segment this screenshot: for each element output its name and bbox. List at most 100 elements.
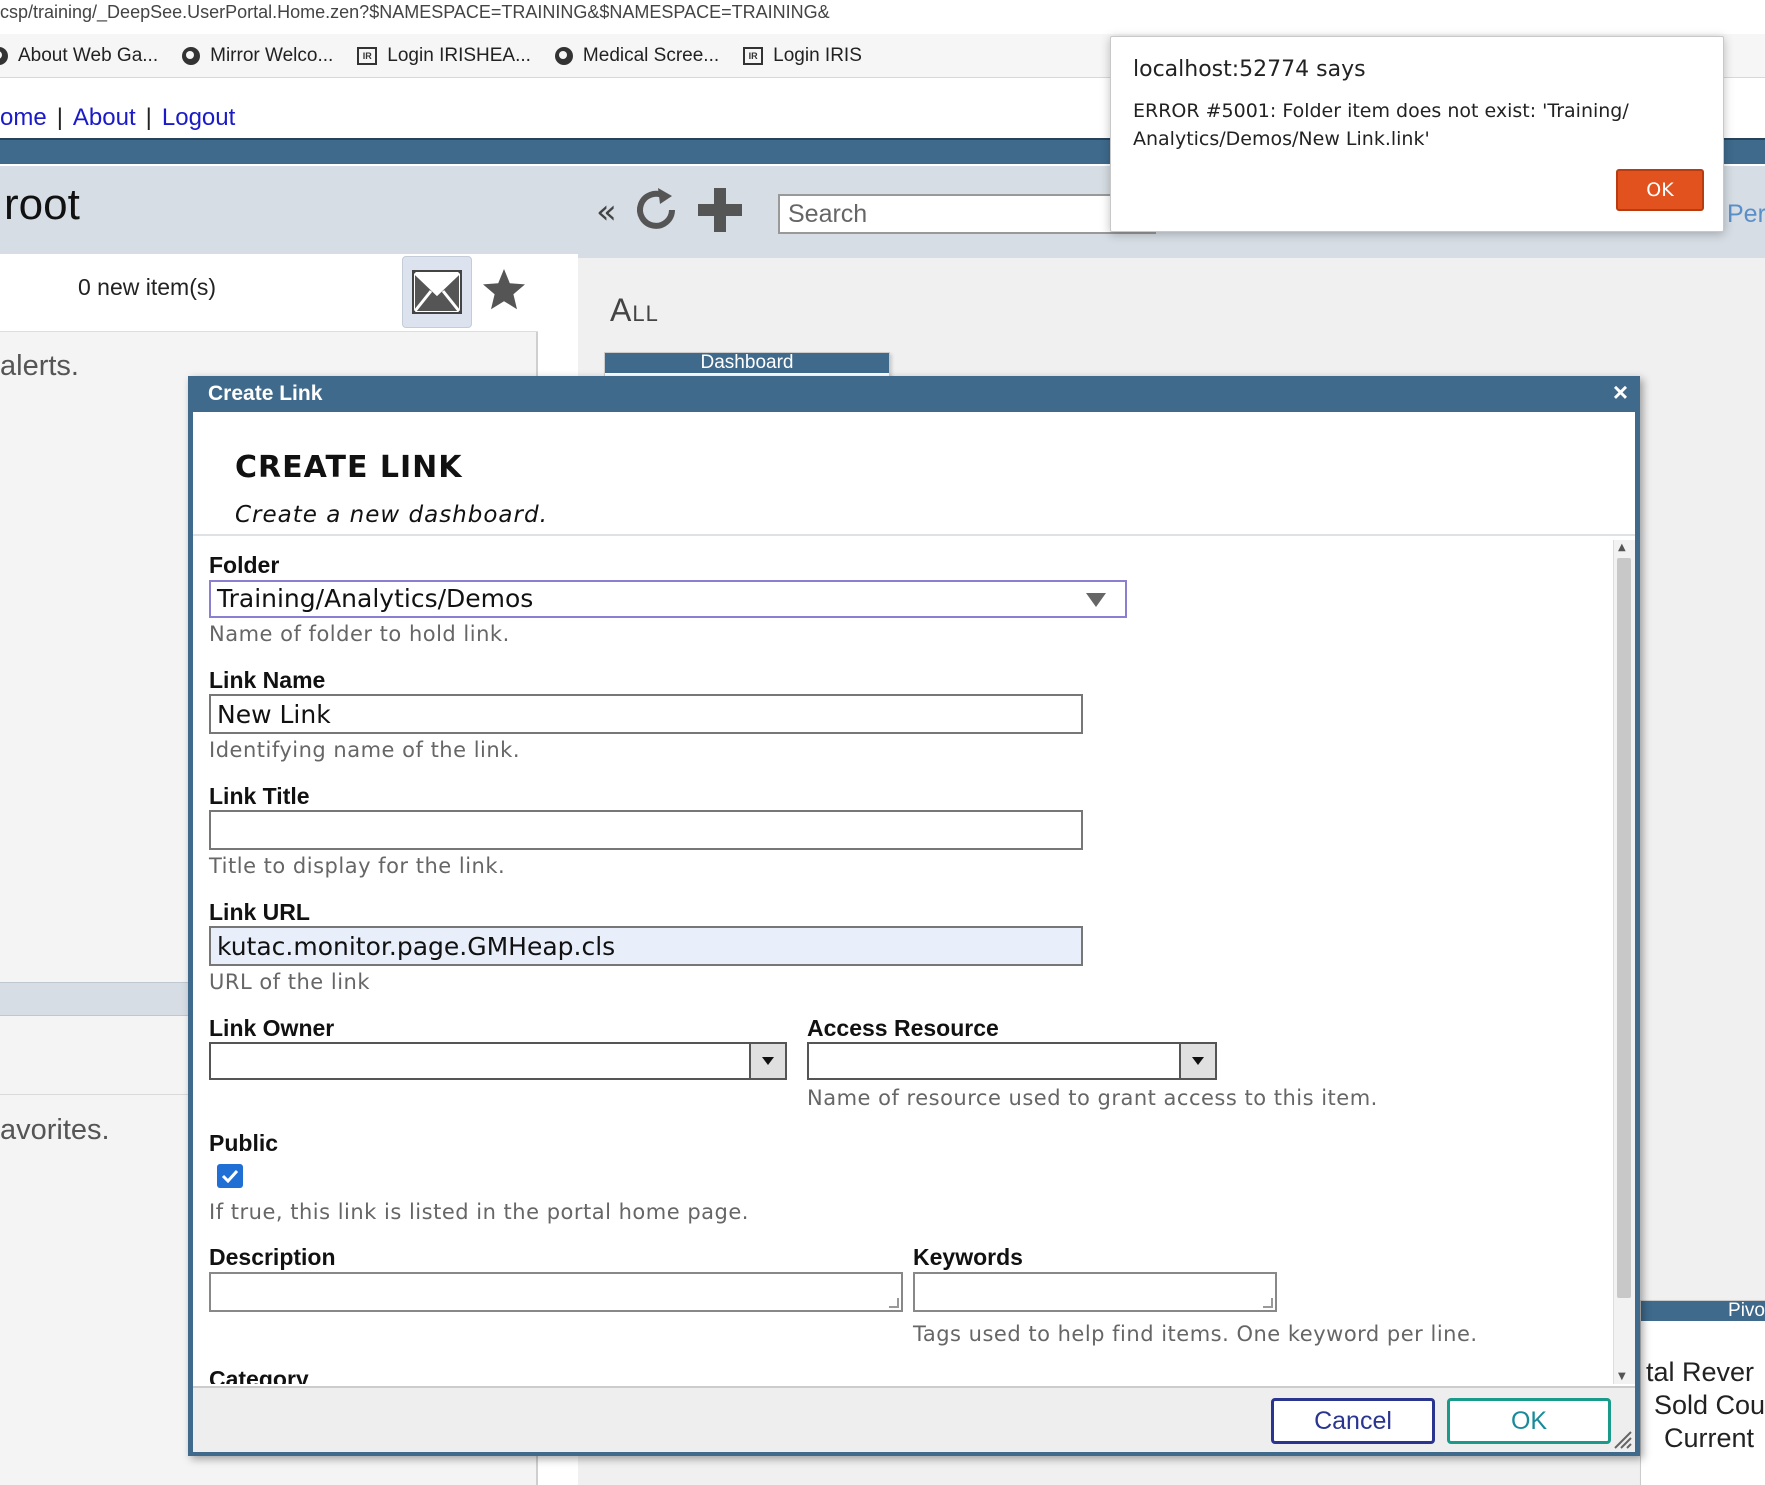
ok-button[interactable]: OK	[1447, 1398, 1611, 1444]
bookmark-about-web-gateway[interactable]: About Web Ga...	[0, 45, 158, 67]
triangle-down-icon	[1086, 593, 1106, 607]
link-name-label: Link Name	[209, 667, 326, 693]
folder-value: Training/Analytics/Demos	[217, 584, 534, 613]
description-textarea[interactable]	[209, 1272, 903, 1312]
resize-grip-icon[interactable]	[1263, 1298, 1273, 1308]
about-link[interactable]: About	[73, 104, 136, 131]
link-title-hint: Title to display for the link.	[209, 854, 506, 878]
category-label: Category	[209, 1366, 309, 1384]
link-owner-select[interactable]	[209, 1042, 787, 1080]
list-heading: All	[610, 292, 659, 328]
pivot-line: tal Rever	[1646, 1357, 1755, 1387]
link-title-input[interactable]	[209, 810, 1083, 850]
logout-link[interactable]: Logout	[162, 104, 235, 131]
link-name-input[interactable]	[209, 694, 1083, 734]
link-url-label: Link URL	[209, 899, 310, 925]
folder-hint: Name of folder to hold link.	[209, 622, 510, 646]
pivot-line: Current	[1664, 1423, 1755, 1453]
alert-title: localhost:52774 says	[1133, 57, 1366, 82]
alerts-message: alerts.	[0, 350, 79, 382]
public-label: Public	[209, 1130, 279, 1156]
folder-select[interactable]: Training/Analytics/Demos	[209, 580, 1127, 618]
star-icon	[483, 269, 525, 310]
perspective-link[interactable]: Per	[1727, 200, 1765, 229]
bookmark-login-iris[interactable]: IR Login IRIS	[743, 45, 862, 67]
dropdown-button[interactable]	[1179, 1044, 1215, 1078]
cancel-button[interactable]: Cancel	[1271, 1398, 1435, 1444]
alert-ok-button[interactable]: OK	[1616, 169, 1704, 211]
scroll-thumb[interactable]	[1617, 558, 1631, 1298]
iris-icon: IR	[357, 46, 378, 65]
dialog-form: Folder Training/Analytics/Demos Name of …	[193, 540, 1613, 1384]
dialog-footer: Cancel OK	[193, 1386, 1635, 1452]
link-url-hint: URL of the link	[209, 970, 371, 994]
bookmark-label: Mirror Welco...	[210, 44, 334, 66]
access-resource-label: Access Resource	[807, 1015, 999, 1041]
dropdown-button[interactable]	[749, 1044, 785, 1078]
scroll-down-icon[interactable]: ▼	[1618, 1371, 1626, 1382]
favorites-message: avorites.	[0, 1114, 110, 1146]
bookmark-login-irishealth[interactable]: IR Login IRISHEA...	[357, 45, 531, 67]
checkmark-icon	[221, 1169, 239, 1183]
form-scrollbar[interactable]: ▲ ▼	[1613, 540, 1635, 1384]
keywords-label: Keywords	[913, 1244, 1023, 1270]
create-link-dialog: Create Link × CREATE LINK Create a new d…	[188, 376, 1640, 1456]
bookmark-medical-screening[interactable]: Medical Scree...	[554, 44, 720, 67]
add-button[interactable]	[694, 184, 746, 240]
pivot-line: Sold Cou	[1654, 1390, 1765, 1420]
bookmark-label: Login IRISHEA...	[387, 44, 531, 66]
iris-icon: IR	[743, 46, 764, 65]
new-items-count: 0 new item(s)	[78, 274, 217, 300]
link-owner-label: Link Owner	[209, 1015, 335, 1041]
keywords-hint: Tags used to help find items. One keywor…	[913, 1322, 1478, 1346]
envelope-icon	[412, 270, 462, 314]
public-checkbox[interactable]	[217, 1164, 243, 1188]
resize-handle-icon[interactable]	[1609, 1426, 1633, 1450]
globe-icon	[0, 46, 8, 65]
search-input[interactable]	[778, 194, 1156, 234]
dialog-title: Create Link	[208, 382, 323, 405]
address-bar[interactable]: csp/training/_DeepSee.UserPortal.Home.ze…	[0, 0, 1765, 28]
chevron-down-icon	[1192, 1057, 1204, 1065]
access-resource-hint: Name of resource used to grant access to…	[807, 1086, 1378, 1110]
globe-icon	[554, 46, 573, 65]
link-name-hint: Identifying name of the link.	[209, 738, 521, 762]
link-title-label: Link Title	[209, 783, 310, 809]
scroll-up-icon[interactable]: ▲	[1618, 542, 1626, 553]
access-resource-select[interactable]	[807, 1042, 1217, 1080]
dialog-header: CREATE LINK Create a new dashboard.	[193, 412, 1635, 536]
tile-type-label: Pivo	[1641, 1301, 1765, 1321]
globe-icon	[182, 46, 201, 65]
link-url-input[interactable]	[209, 926, 1083, 966]
dialog-subtitle: Create a new dashboard.	[235, 502, 548, 528]
plus-icon	[698, 188, 742, 232]
description-label: Description	[209, 1244, 336, 1270]
folder-label: Folder	[209, 552, 280, 578]
alerts-button[interactable]	[402, 256, 472, 328]
public-hint: If true, this link is listed in the port…	[209, 1200, 749, 1224]
bookmark-label: Medical Scree...	[582, 44, 720, 66]
browser-alert-dialog: localhost:52774 says ERROR #5001: Folder…	[1110, 36, 1724, 232]
bookmark-mirror-welcome[interactable]: Mirror Welco...	[182, 45, 333, 67]
portal-nav: ome | About | Logout	[0, 104, 235, 132]
nav-separator: |	[145, 104, 152, 131]
pivot-preview: tal Rever Sold Cou Current	[1646, 1356, 1765, 1455]
resize-grip-icon[interactable]	[889, 1298, 899, 1308]
tile-type-label: Dashboard	[605, 353, 889, 373]
keywords-textarea[interactable]	[913, 1272, 1277, 1312]
chevron-down-icon	[762, 1057, 774, 1065]
refresh-icon	[637, 188, 675, 229]
favorites-button[interactable]	[478, 258, 530, 322]
bookmark-label: Login IRIS	[773, 44, 862, 66]
close-icon[interactable]: ×	[1613, 377, 1628, 408]
home-link[interactable]: ome	[0, 104, 47, 131]
dialog-titlebar[interactable]: Create Link ×	[188, 376, 1640, 412]
collapse-button[interactable]: «	[596, 192, 617, 232]
nav-separator: |	[56, 104, 63, 131]
bookmark-label: About Web Ga...	[18, 44, 159, 66]
alert-message: ERROR #5001: Folder item does not exist:…	[1133, 100, 1629, 150]
left-panel-header	[0, 166, 578, 254]
folder-title: root	[4, 180, 80, 229]
dialog-heading: CREATE LINK	[235, 450, 463, 485]
refresh-button[interactable]	[630, 184, 682, 240]
